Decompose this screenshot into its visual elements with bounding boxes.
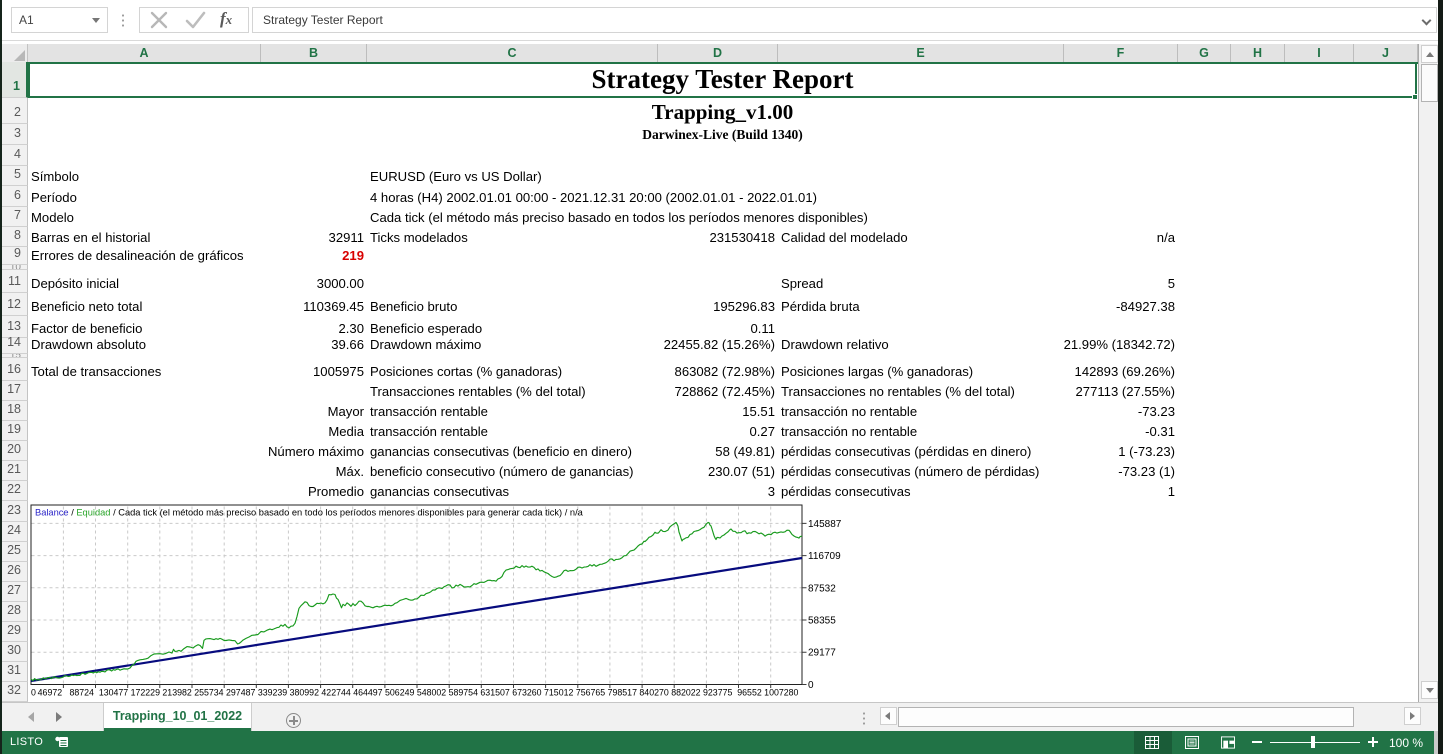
svg-text:88724: 88724 xyxy=(69,688,94,698)
svg-text:172229: 172229 xyxy=(131,688,160,698)
svg-text:506249: 506249 xyxy=(385,688,414,698)
svg-text:589754: 589754 xyxy=(449,688,478,698)
svg-text:798517: 798517 xyxy=(608,688,637,698)
svg-text:548002: 548002 xyxy=(417,688,446,698)
svg-text:0: 0 xyxy=(808,680,814,691)
svg-text:715012: 715012 xyxy=(544,688,573,698)
svg-text:Balance / Equidad / Cada tick: Balance / Equidad / Cada tick (el método… xyxy=(35,508,584,518)
svg-text:87532: 87532 xyxy=(808,583,836,594)
svg-text:339239: 339239 xyxy=(258,688,287,698)
svg-text:145887: 145887 xyxy=(808,519,842,530)
svg-text:923775: 923775 xyxy=(703,688,732,698)
svg-text:255734: 255734 xyxy=(194,688,223,698)
svg-text:297487: 297487 xyxy=(226,688,255,698)
svg-text:130477: 130477 xyxy=(99,688,128,698)
svg-text:116709: 116709 xyxy=(808,551,841,562)
svg-text:840270: 840270 xyxy=(639,688,668,698)
svg-text:380992: 380992 xyxy=(290,688,319,698)
svg-text:58355: 58355 xyxy=(808,616,836,627)
svg-text:422744: 422744 xyxy=(321,688,350,698)
svg-text:46972: 46972 xyxy=(38,688,63,698)
svg-text:0: 0 xyxy=(31,688,36,698)
svg-text:96552: 96552 xyxy=(737,688,762,698)
svg-text:756765: 756765 xyxy=(576,688,605,698)
svg-text:464497: 464497 xyxy=(353,688,382,698)
svg-text:882022: 882022 xyxy=(671,688,700,698)
svg-text:673260: 673260 xyxy=(512,688,541,698)
svg-text:29177: 29177 xyxy=(808,648,836,659)
svg-text:631507: 631507 xyxy=(480,688,509,698)
svg-text:1007280: 1007280 xyxy=(764,688,798,698)
svg-text:213982: 213982 xyxy=(162,688,191,698)
